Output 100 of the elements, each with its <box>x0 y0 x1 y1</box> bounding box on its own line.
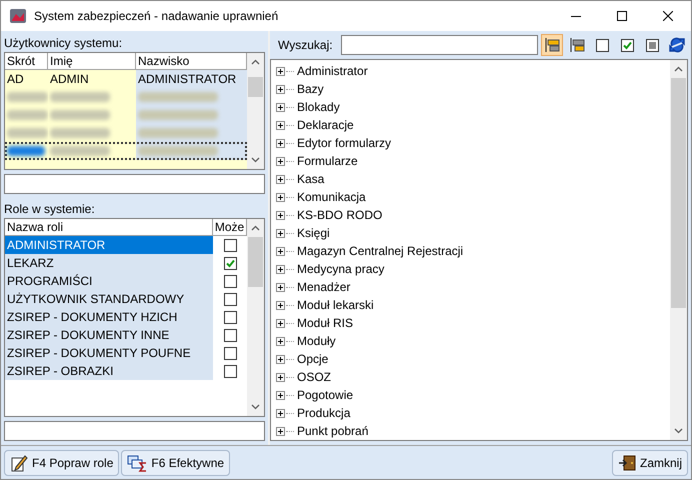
role-name[interactable]: ZSIREP - DOKUMENTY INNE <box>5 326 213 344</box>
scroll-down-icon[interactable] <box>251 404 260 410</box>
role-name[interactable]: LEKARZ <box>5 254 213 272</box>
blurred-text <box>7 110 48 120</box>
tree-item[interactable]: Moduł RIS <box>295 315 356 331</box>
scrollbar[interactable] <box>247 53 264 169</box>
role-name[interactable]: ZSIREP - DOKUMENTY HZICH <box>5 308 213 326</box>
search-field[interactable] <box>340 35 538 55</box>
tree-item[interactable]: OSOZ <box>295 369 334 385</box>
expand-icon[interactable] <box>276 210 285 220</box>
action-button[interactable]: F4 Popraw role <box>4 450 120 476</box>
roles-label: Role w systemie: <box>4 201 96 218</box>
tree-item[interactable]: KS-BDO RODO <box>295 207 384 223</box>
expand-icon[interactable] <box>276 408 285 418</box>
tree-item[interactable]: Medycyna pracy <box>295 261 386 277</box>
expand-icon[interactable] <box>276 84 285 94</box>
maximize-icon <box>617 11 627 21</box>
empty-checkbox-icon <box>596 38 608 52</box>
expand-icon[interactable] <box>276 354 285 364</box>
scroll-up-icon[interactable] <box>674 66 683 72</box>
expand-icon[interactable] <box>276 300 285 310</box>
window-title: System zabezpieczeń - nadawanie uprawnień <box>34 8 280 25</box>
users-filter-field[interactable] <box>4 174 265 194</box>
scroll-thumb[interactable] <box>248 237 263 287</box>
expand-icon[interactable] <box>276 372 285 382</box>
tree-item[interactable]: Edytor formularzy <box>295 135 394 151</box>
checkbox[interactable] <box>224 364 236 378</box>
expand-icon[interactable] <box>276 120 285 130</box>
user-row[interactable]: AD ADMIN ADMINISTRATOR <box>5 70 247 88</box>
scroll-thumb[interactable] <box>671 78 686 308</box>
expand-icon[interactable] <box>276 282 285 292</box>
checkbox[interactable] <box>224 328 236 342</box>
tree-item[interactable]: Produkcja <box>295 405 352 421</box>
expand-icon[interactable] <box>276 102 285 112</box>
tree-item[interactable]: Kasa <box>295 171 326 187</box>
tree-item[interactable]: Administrator <box>295 63 370 79</box>
expand-icon[interactable] <box>276 228 285 238</box>
expand-icon[interactable] <box>276 390 285 400</box>
tree-item[interactable]: Menadżer <box>295 279 352 295</box>
role-name[interactable]: PROGRAMIŚCI <box>5 272 213 290</box>
scroll-up-icon[interactable] <box>251 225 260 231</box>
expand-icon[interactable] <box>276 264 285 274</box>
checked-checkbox[interactable] <box>224 256 236 270</box>
expand-icon[interactable] <box>276 174 285 184</box>
user-row[interactable] <box>5 142 247 160</box>
role-name[interactable]: ZSIREP - DOKUMENTY POUFNE <box>5 344 213 362</box>
blurred-text <box>7 146 45 156</box>
checkbox-icon <box>620 38 634 52</box>
blurred-text <box>7 128 48 138</box>
checkbox[interactable] <box>224 346 236 360</box>
checkbox[interactable] <box>224 238 236 252</box>
expand-icon[interactable] <box>276 426 285 436</box>
search-label: Wyszukaj: <box>278 37 333 54</box>
scroll-thumb[interactable] <box>248 77 263 97</box>
users-label: Użytkownicy systemu: <box>4 35 124 52</box>
blurred-text <box>50 146 110 156</box>
role-name[interactable]: ZSIREP - OBRAZKI <box>5 362 213 380</box>
role-name[interactable]: ADMINISTRATOR <box>5 236 213 254</box>
column-header[interactable]: Imię <box>48 53 136 69</box>
column-header[interactable]: Nazwa roli <box>5 219 213 235</box>
column-header[interactable]: Skrót <box>5 53 48 69</box>
checkbox[interactable] <box>224 310 236 324</box>
tree-item[interactable]: Pogotowie <box>295 387 356 403</box>
tree-view-icon <box>569 37 585 53</box>
tree-item[interactable]: Bazy <box>295 81 326 97</box>
scroll-down-icon[interactable] <box>674 428 683 434</box>
table-cell-text: AD <box>7 71 24 88</box>
app-icon <box>10 9 26 23</box>
expand-icon[interactable] <box>276 66 285 76</box>
door-exit-icon <box>618 454 636 470</box>
tree-item[interactable]: Księgi <box>295 225 332 241</box>
expand-icon[interactable] <box>276 192 285 202</box>
tree-item[interactable]: Magazyn Centralnej Rejestracji <box>295 243 466 259</box>
tree-item[interactable]: Deklaracje <box>295 117 356 133</box>
tree-item[interactable]: Komunikacja <box>295 189 368 205</box>
role-name[interactable]: UŻYTKOWNIK STANDARDOWY <box>5 290 213 308</box>
tree-item[interactable]: Moduły <box>295 333 338 349</box>
scroll-down-icon[interactable] <box>251 157 260 163</box>
scrollbar[interactable] <box>247 219 264 416</box>
scrollbar[interactable] <box>670 60 687 440</box>
tree-item[interactable]: Moduł lekarski <box>295 297 376 313</box>
expand-icon[interactable] <box>276 138 285 148</box>
toolbar-button[interactable] <box>541 34 563 56</box>
tree-item[interactable]: Punkt pobrań <box>295 423 370 439</box>
pencil-notepad-icon <box>10 454 28 472</box>
action-button[interactable]: Zamknij <box>612 450 688 476</box>
action-button[interactable]: F6 Efektywne <box>121 450 230 476</box>
tree-item[interactable]: Formularze <box>295 153 360 169</box>
tree-item[interactable]: Blokady <box>295 99 342 115</box>
tree-item[interactable]: Opcje <box>295 351 330 367</box>
roles-filter-field[interactable] <box>4 421 265 441</box>
expand-icon[interactable] <box>276 156 285 166</box>
scroll-up-icon[interactable] <box>251 59 260 65</box>
expand-icon[interactable] <box>276 336 285 346</box>
blurred-text <box>7 92 48 102</box>
expand-icon[interactable] <box>276 246 285 256</box>
checkbox[interactable] <box>224 292 236 306</box>
expand-icon[interactable] <box>276 318 285 328</box>
refresh-icon <box>669 37 685 53</box>
checkbox[interactable] <box>224 274 236 288</box>
